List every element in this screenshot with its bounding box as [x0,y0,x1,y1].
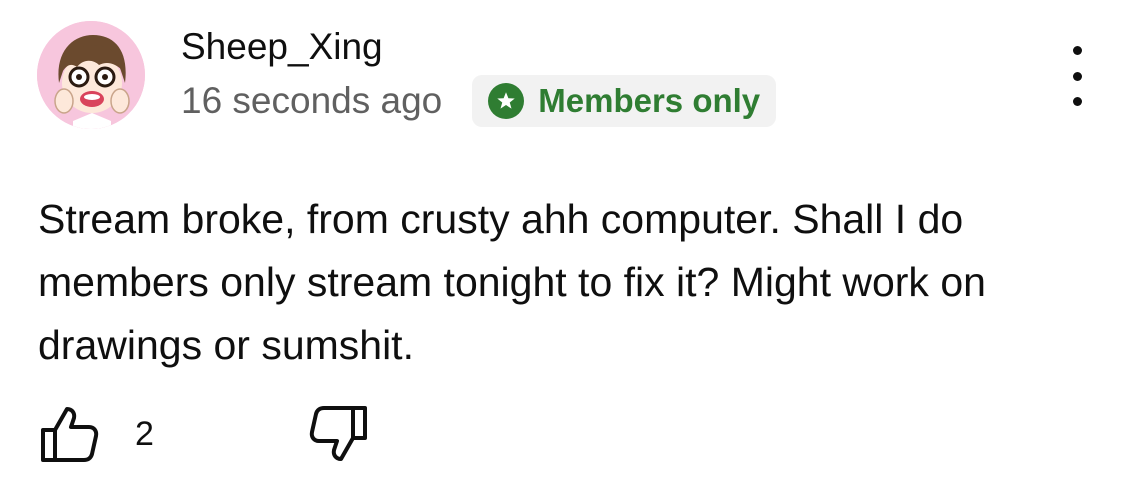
comment-text: Stream broke, from crusty ahh computer. … [38,196,986,368]
author-name[interactable]: Sheep_Xing [181,25,383,69]
like-button[interactable] [38,404,100,464]
thumbs-up-icon [41,407,99,462]
thumbs-down-icon [309,406,367,461]
star-icon [488,83,525,119]
avatar[interactable] [37,21,145,129]
more-vertical-icon [1072,46,1082,55]
comment-card: Sheep_Xing 16 seconds ago Members only S… [0,0,1125,479]
comment-meta: 16 seconds ago Members only [181,75,777,127]
badge-label: Members only [538,82,761,119]
like-count: 2 [135,415,154,453]
more-options-button[interactable] [1055,46,1099,106]
dislike-button[interactable] [308,404,370,464]
timestamp: 16 seconds ago [181,80,443,121]
members-only-badge: Members only [472,75,777,127]
